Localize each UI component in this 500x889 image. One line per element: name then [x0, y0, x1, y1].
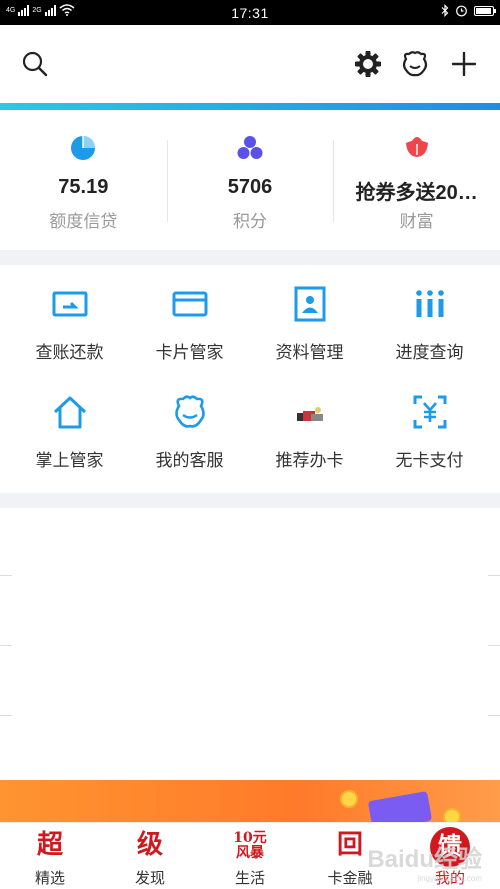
divider	[0, 575, 12, 576]
alarm-icon	[456, 5, 467, 17]
stat-value: 抢券多送20…	[355, 182, 478, 204]
account-summary: 75.19 额度信贷 5706 积分 抢券多送20… 财富	[0, 110, 500, 250]
home-icon	[53, 396, 86, 429]
tab-featured[interactable]: 超 精选	[0, 823, 100, 889]
pie-chart-icon	[71, 136, 96, 160]
stat-credit[interactable]: 75.19 额度信贷	[0, 110, 167, 250]
service-label: 进度查询	[395, 343, 464, 362]
status-bar: 4G 2G 17:31	[0, 0, 500, 25]
clock: 17:31	[231, 5, 269, 21]
cardless-pay-icon	[413, 395, 446, 429]
customer-service-icon[interactable]	[400, 49, 430, 79]
stat-value: 5706	[227, 176, 273, 198]
service-label: 掌上管家	[35, 451, 104, 470]
divider	[0, 715, 12, 716]
service-cardless-pay[interactable]: 无卡支付	[367, 373, 492, 473]
stat-label: 额度信贷	[49, 212, 118, 231]
bluetooth-icon	[441, 4, 449, 17]
tab-card-finance[interactable]: 回 卡金融	[300, 823, 400, 889]
bill-repay-icon	[52, 291, 87, 317]
tab-glyph: 10元 风暴	[233, 830, 267, 861]
recommend-card-icon	[296, 407, 323, 421]
top-bar	[0, 25, 500, 103]
service-profile-manage[interactable]: 资料管理	[247, 265, 372, 365]
status-icons	[441, 4, 496, 17]
bottom-tab-bar: 超 精选 级 发现 10元 风暴 生活 回 卡金融 馈 我的 Baidu经验 ji…	[0, 822, 500, 889]
tab-glyph: 级	[136, 830, 163, 860]
tab-label: 卡金融	[327, 870, 373, 887]
service-palm-manager[interactable]: 掌上管家	[7, 373, 132, 473]
tab-discover[interactable]: 级 发现	[100, 823, 200, 889]
coin-icon	[340, 790, 358, 808]
stat-label: 财富	[399, 212, 434, 231]
stat-label: 积分	[233, 212, 267, 231]
search-icon[interactable]	[20, 49, 50, 79]
header-accent-line	[0, 103, 500, 110]
divider	[488, 645, 500, 646]
service-label: 卡片管家	[155, 343, 224, 362]
tab-label: 我的	[434, 870, 465, 887]
service-customer-service[interactable]: 我的客服	[127, 373, 252, 473]
service-grid: 查账还款 卡片管家 资料管理 进度查询 掌上管家 我的客服 推荐办卡 无卡支付	[0, 265, 500, 493]
three-dots-icon	[237, 136, 263, 159]
add-icon[interactable]	[449, 49, 479, 79]
service-label: 查账还款	[35, 343, 104, 362]
card-icon	[172, 291, 207, 317]
lotus-icon	[405, 137, 428, 157]
service-recommend-card[interactable]: 推荐办卡	[247, 373, 372, 473]
service-label: 资料管理	[275, 343, 344, 362]
service-label: 推荐办卡	[275, 451, 344, 470]
tab-glyph: 超	[36, 830, 63, 860]
divider	[488, 575, 500, 576]
tab-mine[interactable]: 馈 我的	[400, 823, 500, 889]
profile-icon	[294, 286, 325, 322]
card-graphic	[367, 791, 433, 822]
tab-label: 精选	[34, 870, 65, 887]
divider	[0, 645, 12, 646]
progress-icon	[415, 290, 444, 317]
promo-banner[interactable]	[0, 780, 500, 822]
content-area	[0, 508, 500, 780]
tab-label: 生活	[234, 870, 265, 887]
service-label: 无卡支付	[395, 451, 464, 470]
tab-label: 发现	[134, 870, 165, 887]
tab-glyph: 回	[336, 830, 363, 860]
tab-glyph: 馈	[430, 827, 470, 867]
stat-value: 75.19	[58, 176, 109, 198]
coin-icon	[443, 808, 461, 822]
stat-points[interactable]: 5706 积分	[166, 110, 334, 250]
service-label: 我的客服	[155, 451, 224, 470]
service-card-manager[interactable]: 卡片管家	[127, 265, 252, 365]
service-icon	[174, 395, 205, 428]
service-progress-query[interactable]: 进度查询	[367, 265, 492, 365]
tab-life[interactable]: 10元 风暴 生活	[200, 823, 300, 889]
battery-icon	[474, 5, 496, 16]
divider	[488, 715, 500, 716]
stat-wealth[interactable]: 抢券多送20… 财富	[333, 110, 500, 250]
settings-icon[interactable]	[353, 49, 383, 79]
service-bill-repay[interactable]: 查账还款	[7, 265, 132, 365]
